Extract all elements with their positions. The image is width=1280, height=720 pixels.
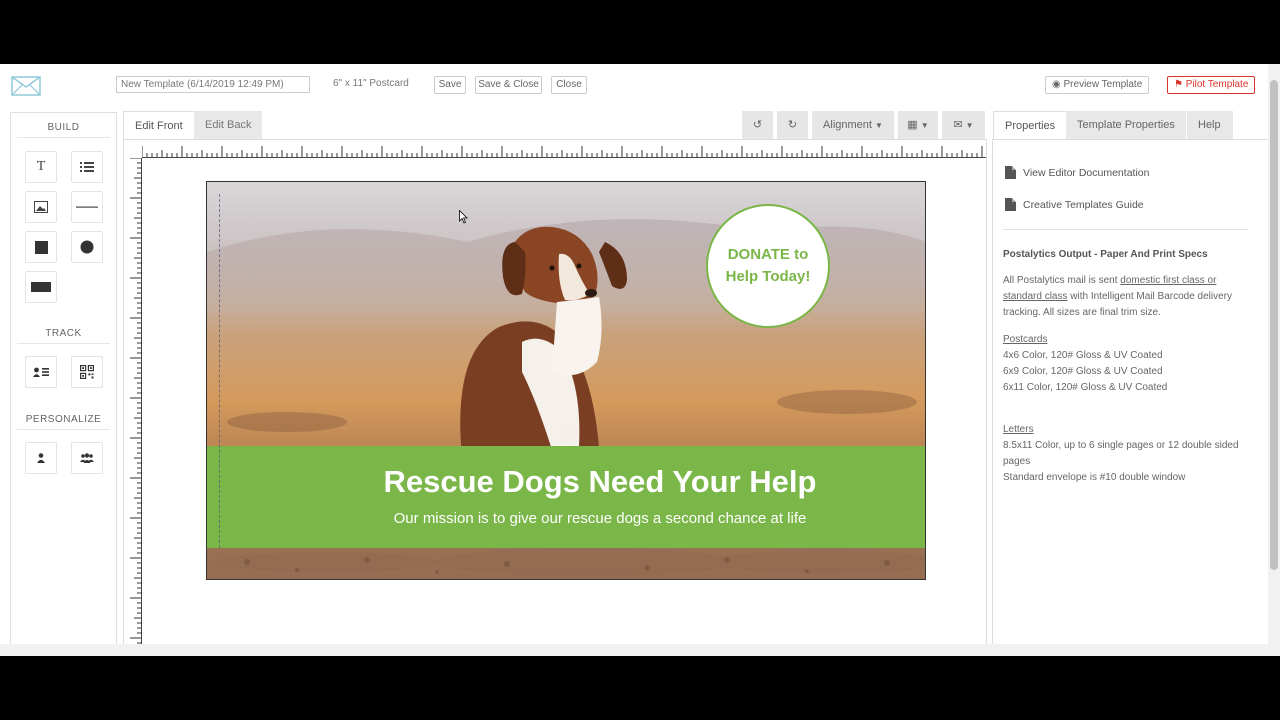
preview-template-button[interactable]: ◉ Preview Template bbox=[1045, 76, 1150, 94]
editor-documentation-link[interactable]: View Editor Documentation bbox=[1005, 166, 1149, 179]
letter-spec-item: Standard envelope is #10 double window bbox=[1003, 472, 1186, 483]
postcard-subheadline[interactable]: Our mission is to give our rescue dogs a… bbox=[207, 510, 925, 527]
mouse-cursor-icon bbox=[459, 210, 468, 224]
alignment-dropdown[interactable]: Alignment ▼ bbox=[812, 111, 894, 139]
close-button[interactable]: Close bbox=[551, 76, 587, 94]
specs-intro: All Postalytics mail is sent domestic fi… bbox=[1003, 275, 1233, 318]
eye-icon: ◉ bbox=[1052, 79, 1064, 90]
donate-badge[interactable]: DONATE to Help Today! bbox=[706, 204, 830, 328]
redo-icon: ↻ bbox=[787, 119, 798, 131]
person-tool-button[interactable] bbox=[25, 442, 57, 474]
contact-tool-button[interactable] bbox=[25, 356, 57, 388]
envelope-icon: ✉ bbox=[953, 119, 963, 131]
caret-down-icon: ▼ bbox=[875, 121, 883, 130]
letter-spec-item: 8.5x11 Color, up to 6 single pages or 12… bbox=[1003, 440, 1239, 467]
document-icon bbox=[1005, 166, 1016, 179]
qr-code-tool-button[interactable] bbox=[71, 356, 103, 388]
safe-zone-guide bbox=[219, 194, 220, 548]
donate-text: DONATE to Help Today! bbox=[725, 246, 811, 285]
postcard-spec-item: 6x11 Color, 120# Gloss & UV Coated bbox=[1003, 382, 1168, 393]
postcard-spec-item: 6x9 Color, 120# Gloss & UV Coated bbox=[1003, 366, 1163, 377]
divider bbox=[17, 137, 110, 138]
personalize-heading: PERSONALIZE bbox=[25, 414, 102, 425]
circle-tool-button[interactable] bbox=[71, 231, 103, 263]
vertical-ruler bbox=[130, 158, 142, 645]
postcards-heading: Postcards bbox=[1003, 334, 1048, 345]
tab-help[interactable]: Help bbox=[1187, 111, 1233, 139]
grid-dropdown[interactable]: ▦ ▼ bbox=[898, 111, 938, 139]
scrollbar-thumb[interactable] bbox=[1270, 80, 1278, 570]
qr-code-icon bbox=[80, 365, 94, 379]
postcard-spec-item: 4x6 Color, 120# Gloss & UV Coated bbox=[1003, 350, 1163, 361]
line-tool-button[interactable] bbox=[71, 191, 103, 223]
tab-properties[interactable]: Properties bbox=[993, 111, 1068, 139]
caret-down-icon: ▼ bbox=[920, 121, 929, 130]
image-icon bbox=[34, 201, 48, 213]
person-icon bbox=[37, 453, 45, 463]
envelope-logo-icon[interactable] bbox=[11, 76, 41, 96]
group-icon bbox=[80, 453, 94, 463]
list-tool-button[interactable] bbox=[71, 151, 103, 183]
headline-banner[interactable]: Rescue Dogs Need Your Help Our mission i… bbox=[207, 446, 925, 548]
tab-edit-back[interactable]: Edit Back bbox=[194, 111, 263, 139]
pilot-template-button[interactable]: ⚑ Pilot Template bbox=[1167, 76, 1256, 94]
square-icon bbox=[34, 240, 48, 254]
mail-dropdown[interactable]: ✉ ▼ bbox=[942, 111, 985, 139]
properties-panel: View Editor Documentation Creative Templ… bbox=[992, 139, 1280, 646]
redo-button[interactable]: ↻ bbox=[777, 111, 808, 139]
tab-edit-front[interactable]: Edit Front bbox=[123, 111, 195, 139]
contact-card-icon bbox=[33, 367, 49, 377]
divider bbox=[17, 343, 110, 344]
text-tool-button[interactable]: T bbox=[25, 151, 57, 183]
letters-heading: Letters bbox=[1003, 424, 1034, 435]
save-button[interactable]: Save bbox=[434, 76, 466, 94]
postcard-size-label: 6" x 11" Postcard bbox=[333, 78, 409, 89]
postcard-front[interactable]: DONATE to Help Today! Rescue Dogs Need Y… bbox=[206, 181, 926, 580]
undo-button[interactable]: ↺ bbox=[742, 111, 773, 139]
document-icon bbox=[1005, 198, 1016, 211]
design-canvas[interactable]: DONATE to Help Today! Rescue Dogs Need Y… bbox=[123, 139, 987, 646]
element-toolbox: BUILD T TRACK PERSONALIZE bbox=[10, 112, 117, 646]
horizontal-scrollbar[interactable] bbox=[0, 644, 1268, 656]
track-heading: TRACK bbox=[45, 328, 82, 339]
horizontal-ruler bbox=[142, 146, 986, 158]
divider bbox=[1003, 229, 1248, 230]
circle-icon bbox=[80, 240, 94, 254]
text-icon: T bbox=[36, 159, 46, 174]
template-editor: 6" x 11" Postcard Save Save & Close Clos… bbox=[0, 64, 1280, 656]
postcard-headline[interactable]: Rescue Dogs Need Your Help bbox=[207, 464, 925, 500]
rectangle-tool-button[interactable] bbox=[25, 271, 57, 303]
caret-down-icon: ▼ bbox=[965, 121, 974, 130]
line-icon bbox=[76, 206, 98, 208]
divider bbox=[17, 429, 110, 430]
square-tool-button[interactable] bbox=[25, 231, 57, 263]
save-close-button[interactable]: Save & Close bbox=[475, 76, 542, 94]
creative-templates-guide-link[interactable]: Creative Templates Guide bbox=[1005, 198, 1144, 211]
tab-template-properties[interactable]: Template Properties bbox=[1066, 111, 1186, 139]
build-heading: BUILD bbox=[47, 122, 80, 133]
undo-icon: ↺ bbox=[752, 119, 763, 131]
vertical-scrollbar[interactable] bbox=[1268, 64, 1280, 656]
flag-icon: ⚑ bbox=[1174, 79, 1186, 90]
rectangle-icon bbox=[31, 282, 51, 292]
list-icon bbox=[80, 162, 94, 172]
group-tool-button[interactable] bbox=[71, 442, 103, 474]
specs-heading: Postalytics Output - Paper And Print Spe… bbox=[1003, 249, 1208, 260]
image-tool-button[interactable] bbox=[25, 191, 57, 223]
template-name-input[interactable] bbox=[116, 76, 310, 93]
grid-icon: ▦ bbox=[907, 119, 918, 131]
